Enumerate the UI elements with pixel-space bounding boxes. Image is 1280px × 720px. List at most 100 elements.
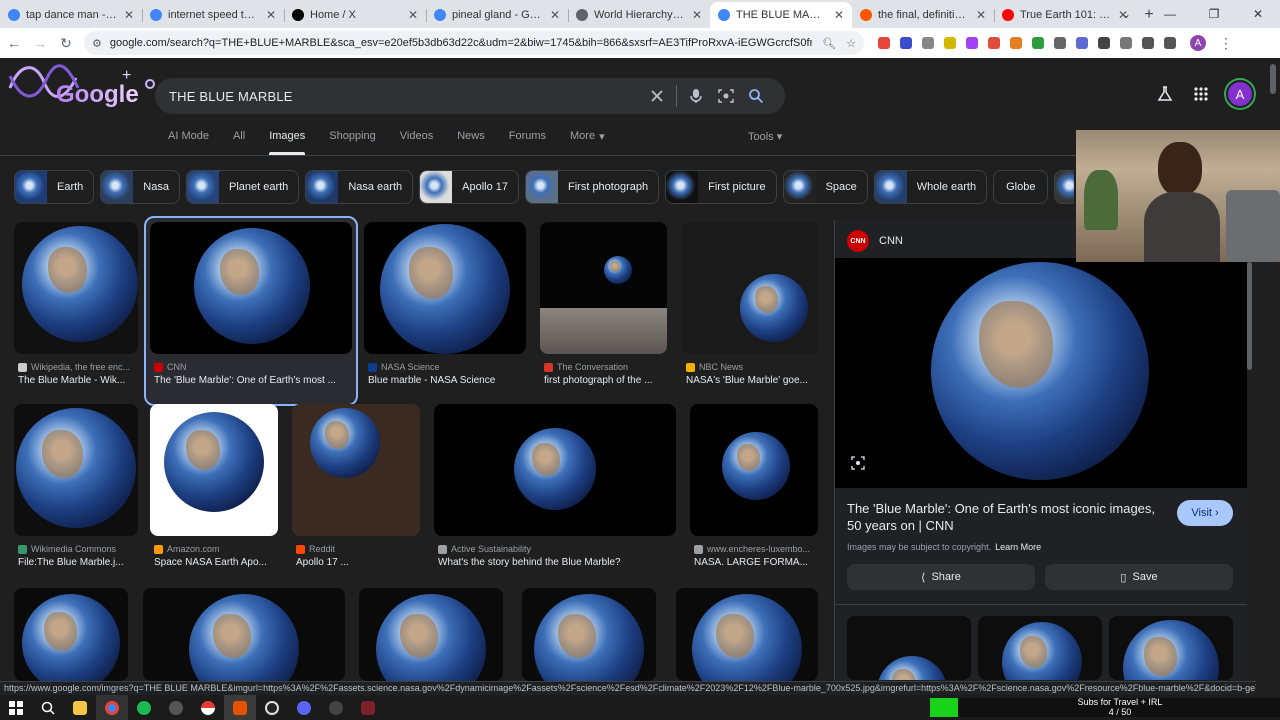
preview-source[interactable]: CNN CNN — [847, 230, 903, 252]
search-icon[interactable] — [32, 695, 64, 720]
chip-globe[interactable]: Globe — [993, 170, 1049, 204]
learn-more-link[interactable]: Learn More — [995, 542, 1041, 552]
result-thumbnail[interactable] — [364, 222, 526, 354]
extension-icon[interactable] — [1076, 37, 1088, 49]
chip-apollo-17[interactable]: Apollo 17 — [419, 170, 519, 204]
browser-tab[interactable]: World Hierarchy Letter 3.1 ✕ — [568, 2, 710, 28]
back-button[interactable]: ← — [2, 31, 26, 55]
zoom-icon[interactable]: 🔍︎ — [822, 37, 836, 50]
result-caption[interactable]: The 'Blue Marble': One of Earth's most .… — [154, 375, 352, 386]
save-button[interactable]: ▯ Save — [1045, 564, 1233, 590]
apps-grid-icon[interactable] — [1190, 83, 1212, 105]
share-button[interactable]: ⟨ Share — [847, 564, 1035, 590]
lens-search-icon[interactable] — [851, 456, 869, 474]
close-tab-icon[interactable]: ✕ — [976, 8, 986, 22]
image-result[interactable] — [14, 588, 128, 681]
result-thumbnail[interactable] — [682, 222, 818, 354]
close-tab-icon[interactable]: ✕ — [266, 8, 276, 22]
extension-icon[interactable] — [878, 37, 890, 49]
chip-whole-earth[interactable]: Whole earth — [873, 170, 988, 204]
sidebar-icon[interactable] — [1142, 37, 1154, 49]
visit-button[interactable]: Visit › — [1177, 500, 1233, 526]
app-icon[interactable] — [352, 695, 384, 720]
image-result[interactable]: Active Sustainability What's the story be… — [434, 404, 676, 580]
extension-icon[interactable] — [900, 37, 912, 49]
bookmark-star-icon[interactable]: ☆ — [846, 37, 856, 50]
related-image[interactable] — [1109, 616, 1233, 680]
preview-image[interactable] — [835, 258, 1247, 488]
close-window-button[interactable]: ✕ — [1236, 0, 1280, 28]
tab-shopping[interactable]: Shopping — [329, 130, 376, 155]
app-icon[interactable] — [224, 695, 256, 720]
chip-space[interactable]: Space — [782, 170, 868, 204]
tab-more[interactable]: More — [570, 130, 595, 155]
result-caption[interactable]: Blue marble - NASA Science — [368, 375, 526, 386]
chip-planet-earth[interactable]: Planet earth — [185, 170, 300, 204]
file-explorer-icon[interactable] — [64, 695, 96, 720]
extension-icon[interactable] — [944, 37, 956, 49]
extension-icon[interactable] — [1032, 37, 1044, 49]
close-tab-icon[interactable]: ✕ — [692, 8, 702, 22]
image-result[interactable]: NASA Science Blue marble - NASA Science — [364, 222, 526, 398]
tab-images[interactable]: Images — [269, 130, 306, 155]
page-scrollbar[interactable] — [1270, 64, 1276, 94]
result-caption[interactable]: What's the story behind the Blue Marble? — [438, 557, 676, 568]
restore-button[interactable]: ❐ — [1192, 0, 1236, 28]
extensions-puzzle-icon[interactable] — [1120, 37, 1132, 49]
image-result[interactable] — [143, 588, 345, 681]
labs-flask-icon[interactable] — [1154, 83, 1176, 105]
browser-tab[interactable]: pineal gland - Google Sea ✕ — [426, 2, 568, 28]
result-caption[interactable]: first photograph of the ... — [544, 375, 667, 386]
close-tab-icon[interactable]: ✕ — [550, 8, 560, 22]
result-thumbnail[interactable] — [292, 404, 420, 536]
google-logo[interactable]: Google + — [6, 58, 156, 110]
extension-icon[interactable] — [1098, 37, 1110, 49]
reload-button[interactable]: ↻ — [54, 31, 78, 55]
clear-icon[interactable] — [642, 81, 672, 111]
image-result[interactable]: Amazon.com Space NASA Earth Apo... — [150, 404, 278, 580]
related-image[interactable] — [847, 616, 971, 680]
image-result[interactable] — [676, 588, 818, 681]
chevron-down-icon[interactable]: ⌄ — [1104, 0, 1148, 28]
image-result[interactable]: NBC News NASA's 'Blue Marble' goe... — [682, 222, 818, 398]
reading-list-icon[interactable] — [1164, 37, 1176, 49]
tab-forums[interactable]: Forums — [509, 130, 546, 155]
browser-tab[interactable]: the final, definitive, BEYO ✕ — [852, 2, 994, 28]
image-result[interactable]: The Conversation first photograph of the … — [540, 222, 667, 398]
browser-tab[interactable]: THE BLUE MARBLE - Goog ✕ — [710, 2, 852, 28]
chrome-icon[interactable] — [96, 695, 128, 720]
start-windows-icon[interactable] — [0, 695, 32, 720]
extension-icon[interactable] — [1010, 37, 1022, 49]
extension-icon[interactable] — [922, 37, 934, 49]
menu-kebab-icon[interactable]: ⋮ — [1214, 31, 1238, 55]
close-tab-icon[interactable]: ✕ — [834, 8, 844, 22]
chip-first-photograph[interactable]: First photograph — [525, 170, 660, 204]
camera-lens-icon[interactable] — [711, 81, 741, 111]
image-result[interactable] — [359, 588, 503, 681]
result-thumbnail[interactable] — [14, 222, 138, 354]
close-tab-icon[interactable]: ✕ — [408, 8, 418, 22]
spotify-icon[interactable] — [128, 695, 160, 720]
microphone-icon[interactable] — [681, 81, 711, 111]
tab-ai-mode[interactable]: AI Mode — [168, 130, 209, 155]
related-image[interactable] — [978, 616, 1102, 680]
result-thumbnail[interactable] — [690, 404, 818, 536]
search-box[interactable]: THE BLUE MARBLE — [155, 78, 785, 114]
result-thumbnail[interactable] — [150, 222, 352, 354]
chip-nasa[interactable]: Nasa — [100, 170, 180, 204]
extension-icon[interactable] — [988, 37, 1000, 49]
obs-icon[interactable] — [256, 695, 288, 720]
minimize-button[interactable]: — — [1148, 0, 1192, 28]
result-caption[interactable]: File:The Blue Marble.j... — [18, 557, 138, 568]
tools-button[interactable]: Tools ▾ — [748, 130, 782, 143]
tab-all[interactable]: All — [233, 130, 245, 155]
extension-icon[interactable] — [966, 37, 978, 49]
result-caption[interactable]: NASA's 'Blue Marble' goe... — [686, 375, 818, 386]
image-result[interactable]: www.encheres-luxembo... NASA. LARGE FORMA… — [690, 404, 818, 580]
pokeball-icon[interactable] — [192, 695, 224, 720]
profile-avatar[interactable]: A — [1190, 35, 1206, 51]
image-result[interactable]: Reddit Apollo 17 ... — [292, 404, 420, 580]
chip-c[interactable]: C — [1054, 170, 1074, 204]
image-result[interactable]: Wikipedia, the free enc... The Blue Marbl… — [14, 222, 138, 398]
site-info-icon[interactable]: ⚙ — [92, 37, 102, 50]
